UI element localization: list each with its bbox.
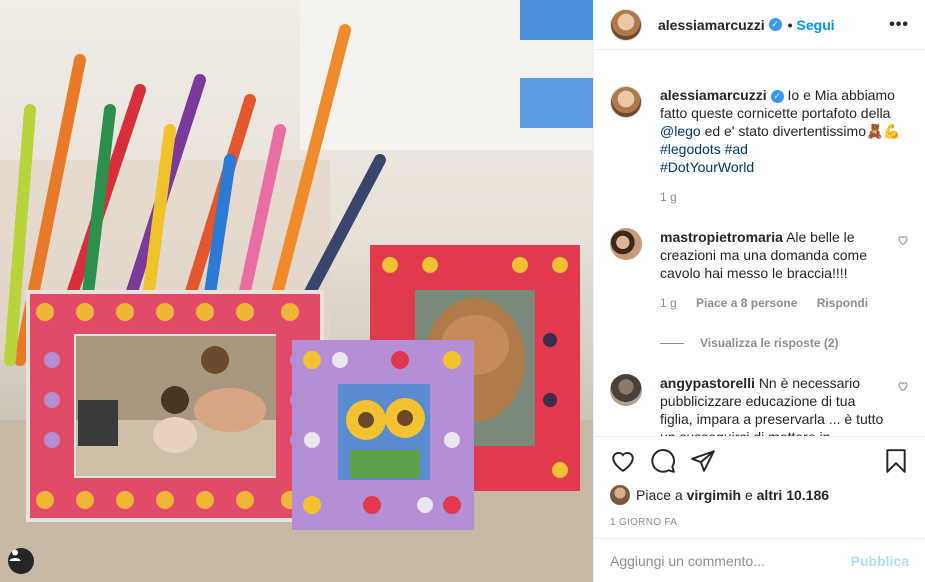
author-avatar[interactable] [610,8,642,41]
commenter-avatar[interactable] [610,374,642,406]
comment-time[interactable]: 1 g [660,296,677,310]
liker-avatar[interactable] [610,485,630,505]
liker-username[interactable]: virgimih [687,487,741,503]
commenter-username[interactable]: mastropietromaria [660,229,783,245]
hashtag-link[interactable]: #legodots [660,141,721,157]
caption-avatar[interactable] [610,86,642,118]
comments-list[interactable]: alessiamarcuzzi ✓ Io e Mia abbiamo fatto … [594,50,925,436]
post-header: alessiamarcuzzi ✓ • Segui ••• [594,0,925,50]
separator-dot: • [787,16,793,33]
view-replies-button[interactable]: Visualizza le risposte (2) [660,336,909,350]
mention-link[interactable]: @lego [660,123,701,139]
publish-button[interactable]: Pubblica [851,553,909,569]
post-caption: alessiamarcuzzi ✓ Io e Mia abbiamo fatto … [610,50,909,204]
add-comment-bar: Pubblica [594,538,925,582]
comment-item: mastropietromaria Ale belle le creazioni… [610,228,909,310]
verified-badge-icon: ✓ [768,18,782,31]
caption-time[interactable]: 1 g [660,190,677,204]
hashtag-link[interactable]: #DotYourWorld [660,159,754,175]
comment-bubble-icon[interactable] [650,448,676,474]
post-photo[interactable] [0,0,593,582]
comment-text: mastropietromaria Ale belle le creazioni… [660,229,868,281]
comment-likes[interactable]: Piace a 8 persone [696,296,797,310]
post-actions: Piace a virgimih e altri 10.186 1 GIORNO… [594,436,925,528]
likes-summary: Piace a virgimih e altri 10.186 [610,485,909,505]
author-username[interactable]: alessiamarcuzzi [658,17,765,33]
comment-meta: 1 g Piace a 8 persone Rispondi [660,296,890,310]
comment-input[interactable] [610,552,851,569]
more-options-icon[interactable]: ••• [889,16,909,34]
comment-item: angypastorelli Nn è necessario pubbliciz… [610,374,909,436]
photo-illustration [0,0,593,582]
like-heart-icon[interactable] [610,448,636,474]
replies-line [660,342,684,344]
caption-meta: 1 g [660,190,905,204]
like-comment-heart-icon[interactable] [897,234,909,246]
like-comment-heart-icon[interactable] [897,380,909,392]
likes-count[interactable]: altri 10.186 [757,487,829,503]
action-icons [610,437,909,485]
hashtag-link[interactable]: #ad [725,141,748,157]
save-bookmark-icon[interactable] [883,448,909,474]
follow-button[interactable]: Segui [797,17,835,33]
commenter-avatar[interactable] [610,228,642,260]
comment-text: angypastorelli Nn è necessario pubbliciz… [660,375,884,436]
commenter-username[interactable]: angypastorelli [660,375,755,391]
post-date[interactable]: 1 GIORNO FA [610,517,909,528]
caption-username[interactable]: alessiamarcuzzi [660,87,767,103]
verified-badge-icon: ✓ [770,89,784,103]
share-paper-plane-icon[interactable] [690,448,716,474]
post-sidebar: alessiamarcuzzi ✓ • Segui ••• alessiamar… [593,0,925,582]
reply-button[interactable]: Rispondi [817,296,868,310]
user-tag-icon[interactable] [8,548,34,574]
caption-text: alessiamarcuzzi ✓ Io e Mia abbiamo fatto … [660,87,901,175]
